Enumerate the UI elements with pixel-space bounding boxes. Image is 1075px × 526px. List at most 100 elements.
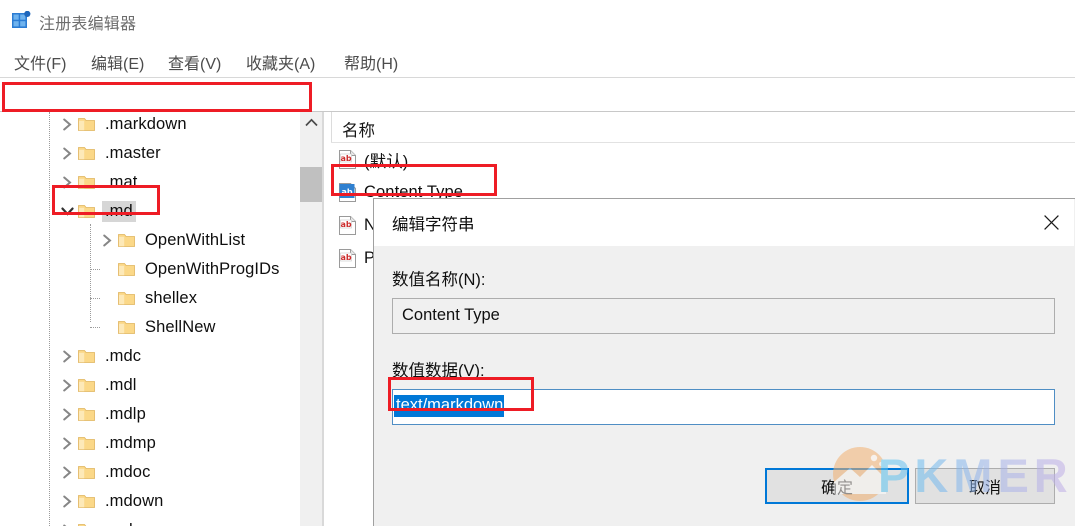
scroll-up-icon[interactable] [300,112,322,132]
tree-item-shellnew[interactable]: ShellNew [98,313,219,342]
tree-item-openwithprogids[interactable]: OpenWithProgIDs [98,255,282,284]
window-title: 注册表编辑器 [39,16,137,33]
scrollbar-thumb[interactable] [300,167,322,202]
column-header-name[interactable]: 名称 [342,117,375,141]
chevron-right-icon[interactable] [58,145,76,163]
folder-icon [78,146,95,161]
tree-item-mdp[interactable]: .mdp [58,516,145,526]
tree-item-mdl[interactable]: .mdl [58,371,140,400]
tree-item-mat[interactable]: .mat [58,168,141,197]
tree-item-label: .mdp [102,520,145,526]
chevron-right-icon[interactable] [58,464,76,482]
tree-item-label: .markdown [105,115,187,133]
address-bar[interactable]: 计算机\HKEY_CLASSES_ROOT\.md [0,82,1075,192]
folder-icon [78,117,95,132]
dialog-title-bar: 编辑字符串 [374,199,1074,246]
chevron-right-icon[interactable] [58,348,76,366]
menu-bar: 文件(F) 编辑(E) 查看(V) 收藏夹(A) 帮助(H) [0,40,1075,78]
ok-button-label: 确定 [820,480,853,497]
tree-item-label: .mat [105,173,138,191]
folder-icon [118,233,135,248]
menu-file[interactable]: 文件(F) [10,48,70,76]
tree-item-shellex[interactable]: shellex [98,284,200,313]
tree-guide-connector [90,269,100,270]
string-value-icon: ab [338,216,357,235]
svg-text:ab: ab [340,220,351,229]
tree-item-label: shellex [145,289,198,307]
tree-item-markdown[interactable]: .markdown [58,112,190,139]
string-value-icon: ab [338,150,357,169]
menu-help[interactable]: 帮助(H) [340,48,402,76]
cancel-button[interactable]: 取消 [915,468,1055,504]
value-data-input[interactable]: text/markdown [392,389,1055,425]
chevron-right-icon[interactable] [58,377,76,395]
tree-item-label: .mdmp [105,434,156,452]
chevron-right-icon[interactable] [58,522,76,526]
tree-item-md[interactable]: .md [58,197,136,226]
tree-item-mdown[interactable]: .mdown [58,487,166,516]
list-item-label: (默认) [364,152,409,171]
svg-text:ab: ab [341,188,352,197]
menu-edit[interactable]: 编辑(E) [87,48,148,76]
registry-tree: .markdown .master .mat .md OpenWithList OpenW… [0,112,300,526]
folder-icon [78,436,95,451]
chevron-right-icon[interactable] [58,174,76,192]
chevron-placeholder [98,290,116,308]
folder-icon [78,465,95,480]
folder-icon [78,175,95,190]
tree-item-mdlp[interactable]: .mdlp [58,400,149,429]
tree-guide-connector [90,327,100,328]
registry-tree-pane: .markdown .master .mat .md OpenWithList OpenW… [0,112,300,526]
value-name-text: Content Type [402,306,500,324]
svg-text:ab: ab [340,253,351,262]
tree-item-mdoc[interactable]: .mdoc [58,458,153,487]
ok-button[interactable]: 确定 [765,468,909,504]
tree-item-mdc[interactable]: .mdc [58,342,144,371]
tree-item-label: .mdl [105,376,137,394]
string-value-icon: ab [338,249,357,268]
folder-icon [78,378,95,393]
tree-item-label: .mdlp [105,405,146,423]
tree-scrollbar[interactable] [300,112,322,526]
chevron-right-icon[interactable] [58,435,76,453]
chevron-right-icon[interactable] [58,116,76,134]
registry-editor-window: 注册表编辑器 文件(F) 编辑(E) 查看(V) 收藏夹(A) 帮助(H) 计算… [0,0,1075,526]
list-item[interactable]: ab (默认) [331,143,1075,176]
value-name-field[interactable]: Content Type [392,298,1055,334]
edit-string-dialog: 编辑字符串 数值名称(N): Content Type 数值数据(V): tex… [373,198,1075,526]
folder-icon [118,262,135,277]
list-header: 名称 [331,112,1075,143]
tree-item-label: .mdoc [105,463,151,481]
pane-splitter[interactable] [322,112,324,526]
chevron-down-icon[interactable] [58,203,76,221]
chevron-placeholder [98,261,116,279]
tree-item-label: .master [105,144,161,162]
chevron-right-icon[interactable] [58,493,76,511]
tree-item-mdmp[interactable]: .mdmp [58,429,159,458]
tree-guide-line [49,112,50,526]
close-icon[interactable] [1028,199,1074,245]
menu-favorites[interactable]: 收藏夹(A) [242,48,319,76]
chevron-right-icon[interactable] [98,232,116,250]
tree-guide-line [90,224,91,322]
value-data-text[interactable]: text/markdown [394,395,505,418]
menu-view[interactable]: 查看(V) [164,48,225,76]
string-value-icon: ab [338,183,357,202]
tree-item-label: .md [102,201,136,222]
chevron-right-icon[interactable] [58,406,76,424]
tree-item-master[interactable]: .master [58,139,164,168]
folder-icon [78,204,95,219]
folder-icon [78,349,95,364]
header-divider [331,112,332,142]
tree-item-openwithlist[interactable]: OpenWithList [98,226,248,255]
svg-text:ab: ab [340,154,351,163]
chevron-placeholder [98,319,116,337]
folder-icon [118,320,135,335]
folder-icon [118,291,135,306]
folder-icon [78,494,95,509]
dialog-body: 数值名称(N): Content Type 数值数据(V): text/mark… [374,246,1074,526]
registry-editor-icon [12,10,31,29]
value-name-label: 数值名称(N): [392,271,486,289]
dialog-title: 编辑字符串 [392,216,475,234]
cancel-button-label: 取消 [968,480,1001,497]
